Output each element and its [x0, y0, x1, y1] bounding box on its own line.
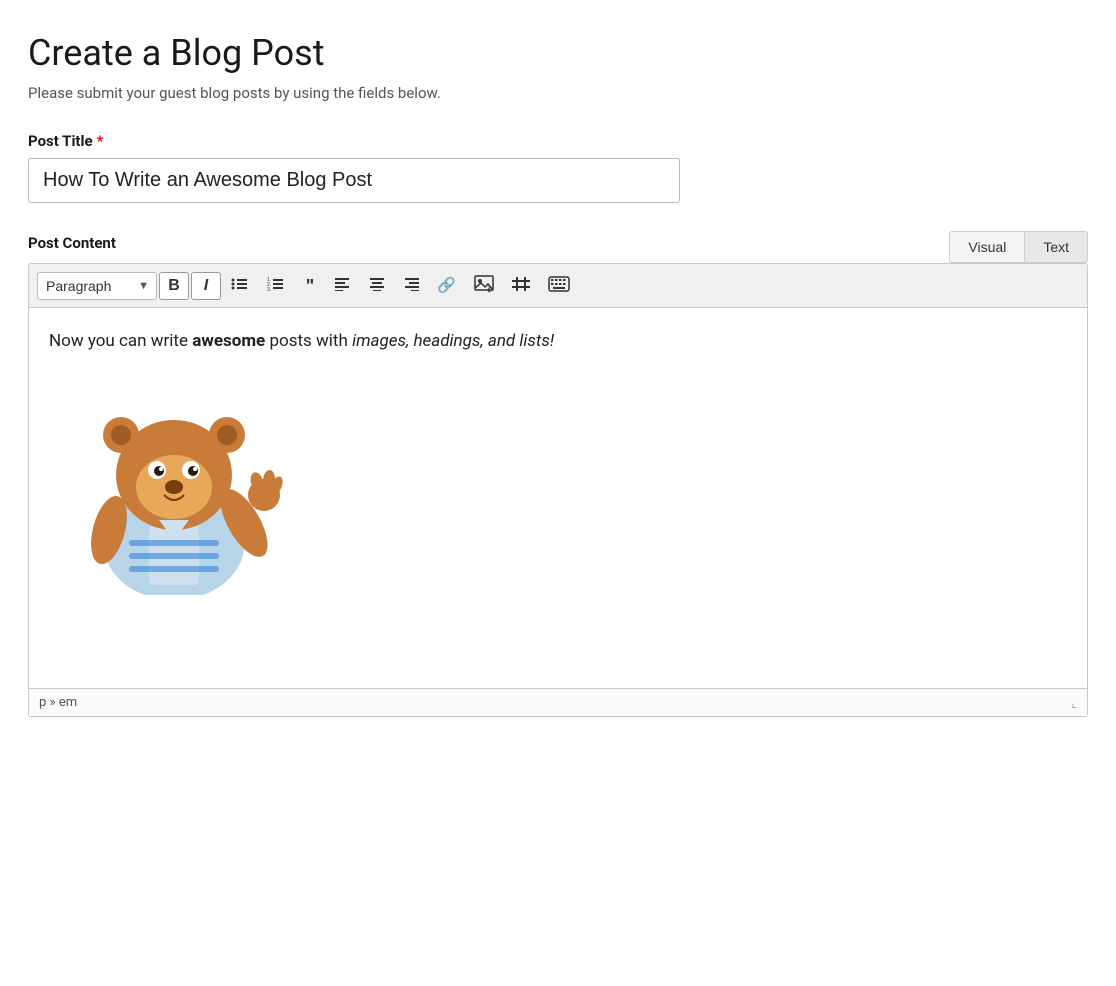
post-title-input[interactable]: [28, 158, 680, 203]
paragraph-select[interactable]: Paragraph Heading 1 Heading 2 Heading 3 …: [37, 272, 157, 300]
link-button[interactable]: 🔗: [429, 273, 464, 298]
align-center-button[interactable]: [361, 272, 393, 299]
tab-visual[interactable]: Visual: [949, 231, 1024, 263]
editor-content-area[interactable]: Now you can write awesome posts with ima…: [29, 308, 1087, 688]
statusbar-path: p » em: [39, 695, 77, 710]
post-title-label: Post Title *: [28, 132, 1088, 150]
editor-statusbar: p » em ⌞: [29, 688, 1087, 716]
resize-handle-icon: ⌞: [1071, 696, 1077, 710]
unordered-list-button[interactable]: [223, 271, 257, 300]
blockquote-button[interactable]: ": [295, 272, 325, 300]
editor-text-content: Now you can write awesome posts with ima…: [49, 328, 1067, 355]
view-tabs: Visual Text: [949, 231, 1088, 263]
bold-button[interactable]: B: [159, 272, 189, 300]
keyboard-button[interactable]: [540, 271, 578, 300]
editor-toolbar: Paragraph Heading 1 Heading 2 Heading 3 …: [29, 264, 1087, 308]
paragraph-select-wrapper: Paragraph Heading 1 Heading 2 Heading 3 …: [37, 272, 157, 300]
svg-text:3.: 3.: [267, 287, 271, 292]
page-title: Create a Blog Post: [28, 32, 1088, 74]
ordered-list-button[interactable]: 1. 2. 3.: [259, 271, 293, 300]
tab-text[interactable]: Text: [1024, 231, 1088, 263]
italic-button[interactable]: I: [191, 272, 221, 300]
post-title-section: Post Title *: [28, 132, 1088, 203]
horizontal-rule-button[interactable]: [504, 272, 538, 299]
align-left-button[interactable]: [327, 272, 359, 299]
editor-wrapper: Paragraph Heading 1 Heading 2 Heading 3 …: [28, 263, 1088, 717]
post-content-label: Post Content: [28, 234, 116, 252]
required-indicator: *: [97, 132, 104, 150]
page-subtitle: Please submit your guest blog posts by u…: [28, 84, 1088, 102]
post-content-header: Post Content Visual Text: [28, 231, 1088, 263]
bear-mascot: [49, 375, 299, 595]
align-right-button[interactable]: [395, 272, 427, 299]
insert-media-button[interactable]: ℹ: [466, 270, 502, 301]
